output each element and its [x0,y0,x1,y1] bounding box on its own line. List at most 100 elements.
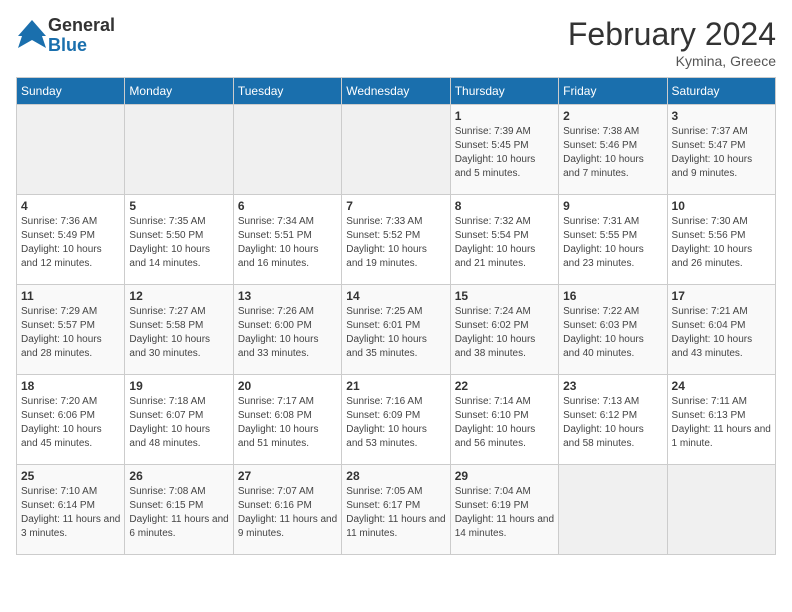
day-number: 10 [672,199,771,213]
day-info: Sunrise: 7:35 AMSunset: 5:50 PMDaylight:… [129,215,228,271]
calendar-cell: 27 Sunrise: 7:07 AMSunset: 6:16 PMDayligh… [233,465,341,555]
logo: General Blue [16,16,115,56]
calendar-cell: 12 Sunrise: 7:27 AMSunset: 5:58 PMDayligh… [125,285,233,375]
calendar-cell: 18Sunrise: 7:20 AMSunset: 6:06 PMDayligh… [17,375,125,465]
weekday-header-row: SundayMondayTuesdayWednesdayThursdayFrid… [17,78,776,105]
day-info: Sunrise: 7:21 AMSunset: 6:04 PMDaylight:… [672,305,771,361]
day-number: 28 [346,469,445,483]
day-info: Sunrise: 7:29 AMSunset: 5:57 PMDaylight:… [21,305,120,361]
calendar-cell: 14Sunrise: 7:25 AMSunset: 6:01 PMDayligh… [342,285,450,375]
day-number: 9 [563,199,662,213]
calendar-cell: 22 Sunrise: 7:14 AMSunset: 6:10 PMDayligh… [450,375,558,465]
day-info: Sunrise: 7:05 AMSunset: 6:17 PMDaylight:… [346,485,445,541]
day-info: Sunrise: 7:31 AMSunset: 5:55 PMDaylight:… [563,215,662,271]
calendar-week-4: 18Sunrise: 7:20 AMSunset: 6:06 PMDayligh… [17,375,776,465]
day-number: 8 [455,199,554,213]
day-number: 15 [455,289,554,303]
logo-general: General [48,16,115,36]
calendar-cell: 7 Sunrise: 7:33 AMSunset: 5:52 PMDaylight… [342,195,450,285]
day-info: Sunrise: 7:04 AMSunset: 6:19 PMDaylight:… [455,485,554,541]
weekday-header-sunday: Sunday [17,78,125,105]
weekday-header-friday: Friday [559,78,667,105]
logo-icon [16,18,48,54]
day-number: 17 [672,289,771,303]
calendar-cell: 4Sunrise: 7:36 AMSunset: 5:49 PMDaylight… [17,195,125,285]
day-info: Sunrise: 7:17 AMSunset: 6:08 PMDaylight:… [238,395,337,451]
calendar-week-1: 1 Sunrise: 7:39 AMSunset: 5:45 PMDaylight… [17,105,776,195]
day-number: 21 [346,379,445,393]
calendar-cell: 13 Sunrise: 7:26 AMSunset: 6:00 PMDayligh… [233,285,341,375]
weekday-header-thursday: Thursday [450,78,558,105]
calendar-cell: 3 Sunrise: 7:37 AMSunset: 5:47 PMDaylight… [667,105,775,195]
day-info: Sunrise: 7:07 AMSunset: 6:16 PMDaylight:… [238,485,337,541]
location: Kymina, Greece [568,53,776,69]
calendar-cell: 26 Sunrise: 7:08 AMSunset: 6:15 PMDayligh… [125,465,233,555]
day-number: 16 [563,289,662,303]
day-number: 13 [238,289,337,303]
day-number: 25 [21,469,120,483]
day-info: Sunrise: 7:37 AMSunset: 5:47 PMDaylight:… [672,125,771,181]
logo-blue: Blue [48,36,115,56]
day-info: Sunrise: 7:13 AMSunset: 6:12 PMDaylight:… [563,395,662,451]
calendar-cell [559,465,667,555]
day-number: 20 [238,379,337,393]
calendar-cell: 19 Sunrise: 7:18 AMSunset: 6:07 PMDayligh… [125,375,233,465]
calendar-cell: 17 Sunrise: 7:21 AMSunset: 6:04 PMDayligh… [667,285,775,375]
day-number: 12 [129,289,228,303]
calendar-cell: 6Sunrise: 7:34 AMSunset: 5:51 PMDaylight… [233,195,341,285]
day-number: 7 [346,199,445,213]
logo-text: General Blue [48,16,115,56]
weekday-header-tuesday: Tuesday [233,78,341,105]
calendar-cell: 2Sunrise: 7:38 AMSunset: 5:46 PMDaylight… [559,105,667,195]
day-info: Sunrise: 7:39 AMSunset: 5:45 PMDaylight:… [455,125,554,181]
weekday-header-saturday: Saturday [667,78,775,105]
day-info: Sunrise: 7:27 AMSunset: 5:58 PMDaylight:… [129,305,228,361]
calendar-cell: 29 Sunrise: 7:04 AMSunset: 6:19 PMDayligh… [450,465,558,555]
day-number: 26 [129,469,228,483]
day-info: Sunrise: 7:16 AMSunset: 6:09 PMDaylight:… [346,395,445,451]
calendar-table: SundayMondayTuesdayWednesdayThursdayFrid… [16,77,776,555]
day-number: 1 [455,109,554,123]
calendar-cell: 5 Sunrise: 7:35 AMSunset: 5:50 PMDaylight… [125,195,233,285]
day-info: Sunrise: 7:33 AMSunset: 5:52 PMDaylight:… [346,215,445,271]
day-info: Sunrise: 7:38 AMSunset: 5:46 PMDaylight:… [563,125,662,181]
calendar-cell [667,465,775,555]
day-number: 11 [21,289,120,303]
calendar-cell [17,105,125,195]
calendar-cell: 28 Sunrise: 7:05 AMSunset: 6:17 PMDayligh… [342,465,450,555]
day-number: 29 [455,469,554,483]
day-number: 24 [672,379,771,393]
day-number: 27 [238,469,337,483]
day-number: 6 [238,199,337,213]
day-number: 22 [455,379,554,393]
calendar-cell: 8 Sunrise: 7:32 AMSunset: 5:54 PMDaylight… [450,195,558,285]
day-number: 18 [21,379,120,393]
day-info: Sunrise: 7:11 AMSunset: 6:13 PMDaylight:… [672,395,771,451]
day-number: 3 [672,109,771,123]
title-area: February 2024 Kymina, Greece [568,16,776,69]
weekday-header-monday: Monday [125,78,233,105]
calendar-week-3: 11 Sunrise: 7:29 AMSunset: 5:57 PMDayligh… [17,285,776,375]
day-info: Sunrise: 7:25 AMSunset: 6:01 PMDaylight:… [346,305,445,361]
day-info: Sunrise: 7:10 AMSunset: 6:14 PMDaylight:… [21,485,120,541]
day-info: Sunrise: 7:26 AMSunset: 6:00 PMDaylight:… [238,305,337,361]
day-info: Sunrise: 7:32 AMSunset: 5:54 PMDaylight:… [455,215,554,271]
month-title: February 2024 [568,16,776,53]
day-number: 5 [129,199,228,213]
calendar-cell [342,105,450,195]
day-number: 19 [129,379,228,393]
calendar-cell: 10 Sunrise: 7:30 AMSunset: 5:56 PMDayligh… [667,195,775,285]
day-info: Sunrise: 7:14 AMSunset: 6:10 PMDaylight:… [455,395,554,451]
weekday-header-wednesday: Wednesday [342,78,450,105]
day-info: Sunrise: 7:24 AMSunset: 6:02 PMDaylight:… [455,305,554,361]
calendar-cell [125,105,233,195]
day-info: Sunrise: 7:30 AMSunset: 5:56 PMDaylight:… [672,215,771,271]
day-info: Sunrise: 7:18 AMSunset: 6:07 PMDaylight:… [129,395,228,451]
day-number: 4 [21,199,120,213]
calendar-cell: 20 Sunrise: 7:17 AMSunset: 6:08 PMDayligh… [233,375,341,465]
day-info: Sunrise: 7:08 AMSunset: 6:15 PMDaylight:… [129,485,228,541]
calendar-cell: 21 Sunrise: 7:16 AMSunset: 6:09 PMDayligh… [342,375,450,465]
day-number: 23 [563,379,662,393]
calendar-cell: 24 Sunrise: 7:11 AMSunset: 6:13 PMDayligh… [667,375,775,465]
calendar-cell: 16Sunrise: 7:22 AMSunset: 6:03 PMDayligh… [559,285,667,375]
